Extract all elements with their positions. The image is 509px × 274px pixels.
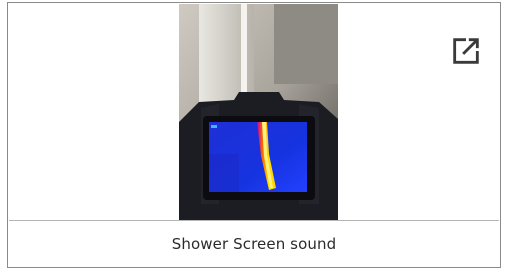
media-area [9,4,499,220]
expand-button[interactable] [434,5,498,97]
media-caption: Shower Screen sound [171,235,337,253]
thermal-camera-photo[interactable] [179,4,338,220]
media-card: Shower Screen sound [7,2,501,268]
open-in-new-icon [453,38,479,64]
